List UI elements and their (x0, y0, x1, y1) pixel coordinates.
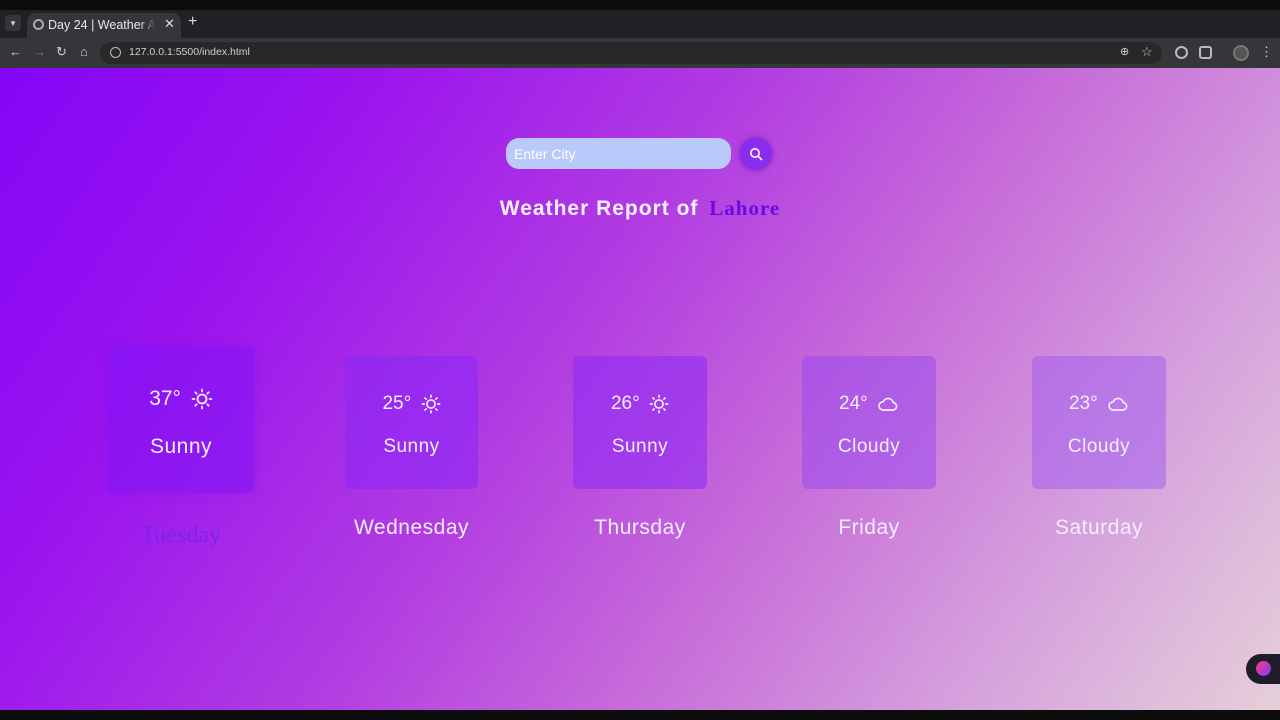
city-name: Lahore (709, 196, 781, 220)
temperature: 26° (610, 393, 640, 414)
forecast-card-thursday[interactable]: 26° Sunny (573, 356, 707, 489)
sun-icon (649, 394, 669, 414)
home-icon[interactable]: ⌂ (80, 44, 88, 59)
condition: Sunny (149, 435, 213, 458)
cloud-icon (878, 397, 898, 411)
temperature-row: 26° (573, 393, 707, 415)
day-label: Tuesday (140, 522, 222, 547)
search-button[interactable] (740, 138, 772, 170)
address-bar[interactable]: 127.0.0.1:5500/index.html ⊕ ☆ (100, 42, 1162, 64)
temperature: 37° (149, 387, 181, 410)
window-top-edge (0, 0, 1280, 10)
zoom-icon[interactable]: ⊕ (1120, 45, 1129, 58)
cloud-icon (1108, 397, 1128, 411)
city-search-input[interactable] (506, 138, 731, 169)
url-text: 127.0.0.1:5500/index.html (129, 46, 250, 58)
day-label: Thursday (594, 516, 686, 539)
condition: Sunny (383, 436, 440, 457)
sun-icon (421, 394, 440, 414)
extension-logo-icon (1256, 661, 1271, 676)
site-info-icon[interactable] (110, 47, 121, 58)
condition: Cloudy (837, 436, 901, 457)
day-label: Wednesday (353, 516, 470, 539)
close-tab-icon[interactable]: ✕ (164, 16, 175, 32)
sun-icon (191, 389, 213, 410)
extension-icon[interactable] (1175, 46, 1188, 59)
page-title: Weather Report of Lahore (0, 196, 1280, 221)
day-label: Saturday (1054, 516, 1144, 539)
temperature: 24° (838, 393, 868, 414)
condition: Cloudy (1067, 436, 1131, 457)
tab-strip: ▾ Day 24 | Weather A ✕ + (0, 10, 1280, 38)
forecast-card-friday[interactable]: 24° Cloudy (802, 356, 936, 489)
extensions-puzzle-icon[interactable] (1199, 46, 1212, 59)
globe-icon (33, 19, 44, 30)
temperature-row: 37° (108, 387, 254, 411)
bookmark-star-icon[interactable]: ☆ (1141, 44, 1153, 60)
tab-title: Day 24 | Weather A (48, 18, 156, 32)
browser-tab[interactable]: Day 24 | Weather A ✕ (27, 13, 181, 38)
forecast-card-saturday[interactable]: 23° Cloudy (1032, 356, 1166, 489)
temperature: 23° (1068, 393, 1098, 414)
profile-avatar[interactable] (1233, 45, 1249, 61)
title-prefix: Weather Report of (499, 197, 699, 220)
tab-search-button[interactable]: ▾ (5, 15, 21, 31)
day-label: Friday (838, 516, 900, 539)
temperature-row: 25° (345, 393, 478, 415)
window-bottom-edge (0, 710, 1280, 720)
forecast-card-wednesday[interactable]: 25° Sunny (345, 356, 478, 489)
reload-icon[interactable]: ↻ (56, 44, 67, 60)
forward-icon[interactable]: → (33, 44, 46, 59)
search-icon (750, 148, 763, 161)
temperature-row: 23° (1032, 393, 1166, 415)
forecast-card-tuesday[interactable]: 37° Sunny (108, 347, 254, 493)
new-tab-button[interactable]: + (188, 13, 197, 31)
page-viewport: Weather Report of Lahore 37° Sunny Tuesd… (0, 68, 1280, 710)
back-icon[interactable]: ← (9, 44, 22, 59)
temperature-row: 24° (802, 393, 936, 415)
temperature: 25° (382, 393, 412, 414)
browser-menu-icon[interactable]: ⋮ (1260, 44, 1273, 60)
condition: Sunny (611, 436, 669, 457)
floating-extension-badge[interactable] (1246, 654, 1280, 684)
browser-toolbar: ← → ↻ ⌂ 127.0.0.1:5500/index.html ⊕ ☆ ⋮ (0, 38, 1280, 68)
